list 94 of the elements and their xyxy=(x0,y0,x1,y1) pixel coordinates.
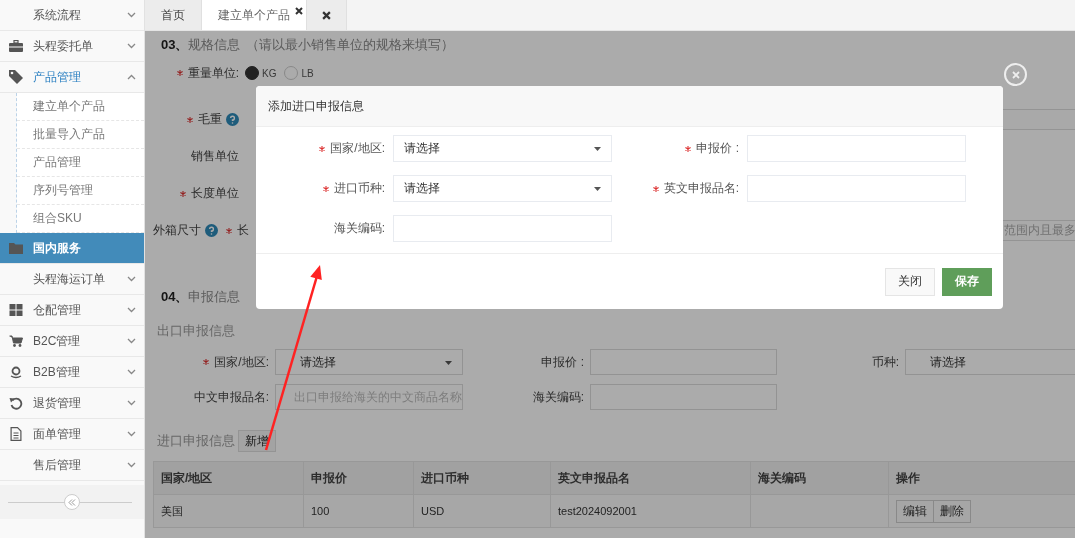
table-cell: 美国 xyxy=(153,494,304,528)
table-cell: USD xyxy=(413,494,551,528)
sidebar-item[interactable]: 头程海运订单 xyxy=(0,264,144,295)
chevron-icon xyxy=(127,307,136,313)
field-label: 海关编码: xyxy=(532,388,584,406)
field-label: 国家/地区: xyxy=(214,353,269,371)
tab[interactable] xyxy=(307,0,347,30)
chevron-icon xyxy=(127,276,136,282)
sidebar-item[interactable]: 系统流程 xyxy=(0,0,144,31)
column-header: 国家/地区 xyxy=(153,461,304,495)
chevron-icon xyxy=(127,74,136,80)
document-icon xyxy=(9,427,23,441)
radio-button[interactable] xyxy=(245,66,259,80)
field-label: 长 xyxy=(237,222,249,239)
action-button[interactable]: 删除 xyxy=(933,499,971,523)
subsection-title: 进口申报信息 xyxy=(157,432,235,450)
dialog-title: 添加进口申报信息 xyxy=(256,86,1003,127)
close-button[interactable] xyxy=(1004,63,1027,86)
input-field[interactable] xyxy=(590,349,777,375)
tab[interactable]: 首页 xyxy=(145,0,202,30)
close-button[interactable]: 关闭 xyxy=(885,267,935,296)
dropdown-caret-icon xyxy=(594,187,601,191)
submenu-item[interactable]: 建立单个产品 xyxy=(17,93,144,121)
double-chevron-icon xyxy=(68,498,76,506)
select-field[interactable]: 请选择 xyxy=(393,175,612,202)
action-button[interactable]: 编辑 xyxy=(896,499,934,523)
field-label: 进口币种: xyxy=(333,180,385,197)
field-label: 申报价 : xyxy=(541,353,584,371)
field-label: 重量单位: xyxy=(187,64,239,82)
column-header: 海关编码 xyxy=(750,461,889,495)
sidebar-item[interactable]: 退货管理 xyxy=(0,388,144,419)
select-field[interactable]: 请选择 xyxy=(905,349,1075,375)
section-number: 03、 xyxy=(161,35,189,54)
field-label: 海关编码: xyxy=(333,220,385,237)
folder-icon xyxy=(9,242,23,254)
column-header: 操作 xyxy=(888,461,1075,495)
close-icon[interactable] xyxy=(295,7,303,15)
close-icon xyxy=(1011,70,1020,79)
tag-icon xyxy=(9,70,23,84)
field-label: 外箱尺寸 xyxy=(153,222,201,239)
column-header: 英文申报品名 xyxy=(550,461,751,495)
grid-icon xyxy=(9,304,23,316)
dropdown-caret-icon xyxy=(594,147,601,151)
sidebar-item[interactable]: 仓配管理 xyxy=(0,295,144,326)
subsection-title: 出口申报信息 xyxy=(156,322,236,340)
chevron-icon xyxy=(127,431,136,437)
field-label: 毛重 xyxy=(198,111,222,128)
field-label: 国家/地区: xyxy=(330,140,385,157)
close-icon[interactable] xyxy=(322,10,331,20)
ring-smile-icon xyxy=(9,365,23,379)
field-label: 英文申报品名: xyxy=(663,180,739,197)
field-label: 中文申报品名: xyxy=(193,388,269,406)
input-field[interactable] xyxy=(1001,109,1075,130)
sidebar-item[interactable]: 国内服务 xyxy=(0,233,144,264)
briefcase-icon xyxy=(9,40,23,52)
field-label: 币种: xyxy=(871,353,899,371)
tab[interactable]: 建立单个产品 xyxy=(202,0,307,30)
chevron-icon xyxy=(127,400,136,406)
radio-label: LB xyxy=(301,67,314,79)
sidebar-item[interactable]: B2B管理 xyxy=(0,357,144,388)
collapse-button[interactable] xyxy=(64,494,80,510)
table-cell: test2024092001 xyxy=(550,494,751,528)
undo-icon xyxy=(9,396,23,410)
help-icon[interactable] xyxy=(205,224,218,237)
input-field[interactable] xyxy=(590,384,777,410)
chevron-icon xyxy=(127,338,136,344)
chevron-icon xyxy=(127,462,136,468)
column-header: 进口币种 xyxy=(413,461,551,495)
section-note: （请以最小销售单位的规格来填写） xyxy=(246,35,455,54)
dropdown-caret-icon xyxy=(445,361,452,365)
chevron-icon xyxy=(127,43,136,49)
select-field[interactable]: 请选择 xyxy=(275,349,463,375)
submenu-item[interactable]: 组合SKU xyxy=(17,205,144,233)
section-title: 规格信息 xyxy=(188,35,241,54)
section-title: 申报信息 xyxy=(188,287,241,306)
chevron-icon xyxy=(127,369,136,375)
column-header: 申报价 xyxy=(303,461,414,495)
submenu-item[interactable]: 产品管理 xyxy=(17,149,144,177)
help-icon[interactable] xyxy=(226,113,239,126)
field-label: 申报价 : xyxy=(696,140,739,157)
table-cell: 100 xyxy=(303,494,414,528)
sidebar-item[interactable]: 头程委托单 xyxy=(0,31,144,62)
select-field[interactable]: 请选择 xyxy=(393,135,612,162)
chevron-icon xyxy=(127,12,136,18)
cart-icon xyxy=(9,335,23,347)
radio-label: KG xyxy=(262,67,277,79)
sidebar-item[interactable]: 售后管理 xyxy=(0,450,144,481)
submenu-item[interactable]: 序列号管理 xyxy=(17,177,144,205)
section-number: 04、 xyxy=(161,287,189,306)
field-label: 销售单位 xyxy=(191,148,239,165)
sidebar-item[interactable]: 面单管理 xyxy=(0,419,144,450)
sidebar-item[interactable]: B2C管理 xyxy=(0,326,144,357)
submenu-item[interactable]: 批量导入产品 xyxy=(17,121,144,149)
field-label: 长度单位 xyxy=(191,185,239,202)
